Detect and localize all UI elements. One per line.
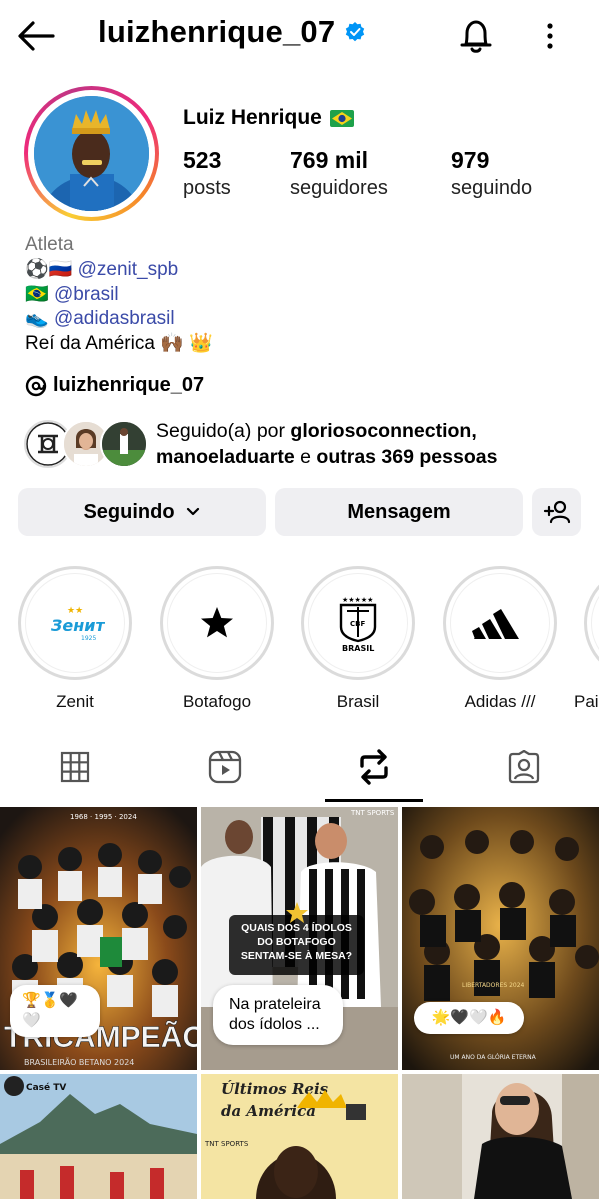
post-brand: TNT SPORTS <box>204 1140 249 1148</box>
bio-line: Reí da América 🙌🏾 👑 <box>25 333 213 354</box>
highlight-zenit[interactable]: ★★ Зенит 1925 Zenit <box>18 566 132 712</box>
following-label: seguindo <box>451 177 533 199</box>
zenit-logo-icon: ★★ Зенит 1925 <box>50 606 105 642</box>
bio-line: ⚽🇷🇺 @zenit_spb <box>25 259 179 280</box>
mention-link[interactable]: @adidasbrasil <box>54 308 175 329</box>
more-options-icon[interactable] <box>536 20 564 52</box>
highlight-label: Adidas /// <box>464 692 536 711</box>
highlight-brasil[interactable]: ★★★★★ CBF BRASIL Brasil <box>301 566 415 712</box>
active-tab-indicator <box>325 799 423 802</box>
bio-line: 🇧🇷 @brasil <box>25 284 119 305</box>
back-arrow-icon[interactable] <box>16 18 56 54</box>
highlight-label: Botafogo <box>182 692 252 711</box>
verified-badge-icon <box>346 22 365 42</box>
username: luizhenrique_07 <box>98 14 336 49</box>
post-brand: TNT SPORTS <box>350 809 395 817</box>
reaction-bubble: 🏆🥇🖤🤍 <box>10 985 100 1037</box>
mutual-username[interactable]: gloriosoconnection, <box>290 420 476 442</box>
avatar-photo <box>34 96 149 211</box>
profile-username-title: luizhenrique_07 <box>98 14 365 50</box>
post-thumbnail[interactable]: TNT SPORTS QUAIS DOS 4 ÍDOLOS DO BOTAFOG… <box>201 807 398 1070</box>
grid-icon <box>60 751 90 783</box>
following-count: 979 <box>451 147 490 173</box>
post-thumbnail[interactable]: 1968 · 1995 · 2024 TRICAMPEÃO BRASILEIRÃ… <box>0 807 197 1070</box>
post-thumbnail[interactable]: Últimos Reis da América TNT SPORTS <box>201 1074 398 1199</box>
mutual-username[interactable]: manoeladuarte <box>156 446 295 468</box>
star-icon <box>201 607 233 638</box>
svg-text:1925: 1925 <box>81 635 96 642</box>
post-headline: QUAIS DOS 4 ÍDOLOS DO BOTAFOGO SENTAM-SE… <box>240 922 353 962</box>
mutual-others[interactable]: outras 369 pessoas <box>316 446 497 468</box>
message-button-label: Mensagem <box>347 500 451 523</box>
post-logo-text: Casé TV <box>26 1082 66 1093</box>
message-button[interactable]: Mensagem <box>275 488 523 536</box>
post-thumbnail[interactable] <box>402 1074 599 1199</box>
notification-bell-icon[interactable] <box>458 17 494 55</box>
threads-handle: luizhenrique_07 <box>53 374 205 396</box>
caption-bubble: Na prateleira dos ídolos ... <box>213 985 343 1045</box>
posts-stat[interactable]: 523 posts <box>183 146 231 202</box>
chevron-down-icon <box>186 507 199 516</box>
highlight-botafogo[interactable]: Botafogo <box>160 566 274 712</box>
svg-text:★★: ★★ <box>67 606 83 616</box>
posts-count: 523 <box>183 147 222 173</box>
tab-reposts[interactable] <box>349 742 399 792</box>
cbf-crest-icon: ★★★★★ CBF BRASIL <box>339 596 377 653</box>
svg-text:★★★★★: ★★★★★ <box>342 596 373 604</box>
post-top-text: LIBERTADORES 2024 <box>462 982 525 989</box>
adidas-logo-icon <box>472 609 519 639</box>
post-top-text: 1968 · 1995 · 2024 <box>70 813 137 821</box>
tab-tagged[interactable] <box>499 742 549 792</box>
reaction-bubble: 🌟🖤🤍🔥 <box>414 1002 524 1034</box>
highlight-label: Zenit <box>56 692 94 711</box>
threads-icon <box>25 375 47 396</box>
repost-icon <box>360 749 388 785</box>
following-button[interactable]: Seguindo <box>18 488 266 536</box>
crest-text: BRASIL <box>342 644 374 653</box>
highlight-label: Brasil <box>336 692 380 711</box>
followers-stat[interactable]: 769 mil seguidores <box>290 146 388 202</box>
mention-link[interactable]: @zenit_spb <box>78 259 179 280</box>
post-small-caption: BRASILEIRÃO BETANO 2024 <box>24 1057 134 1067</box>
tab-reels[interactable] <box>200 742 250 792</box>
mention-link[interactable]: @brasil <box>54 284 119 305</box>
tagged-icon <box>508 750 540 784</box>
profile-category: Atleta <box>25 234 74 255</box>
post-thumbnail[interactable]: Casé TV <box>0 1074 197 1199</box>
top-bar: luizhenrique_07 <box>0 0 599 72</box>
post-thumbnail[interactable]: LIBERTADORES 2024 UM ANO DA GLÓRIA ETERN… <box>402 807 599 1070</box>
tab-grid[interactable] <box>50 742 100 792</box>
post-bottom-text: UM ANO DA GLÓRIA ETERNA <box>450 1054 537 1061</box>
svg-text:Зенит: Зенит <box>50 616 105 635</box>
mutual-avatar <box>100 420 148 468</box>
following-button-label: Seguindo <box>83 500 175 523</box>
mutual-followers[interactable]: Seguido(a) por gloriosoconnection, manoe… <box>24 418 584 470</box>
profile-avatar[interactable] <box>24 86 159 221</box>
reels-icon <box>208 750 242 784</box>
followers-count: 769 mil <box>290 147 368 173</box>
following-stat[interactable]: 979 seguindo <box>451 146 532 202</box>
threads-link[interactable]: luizhenrique_07 <box>25 374 204 397</box>
highlight-label: Pai <box>574 692 599 711</box>
brazil-flag-icon <box>329 109 354 127</box>
full-name-text: Luiz Henrique <box>183 106 322 129</box>
svg-text:CBF: CBF <box>350 620 365 628</box>
bio-line: 👟 @adidasbrasil <box>25 308 175 329</box>
highlight-pai[interactable]: Pai <box>574 566 599 712</box>
followers-label: seguidores <box>290 177 388 199</box>
suggest-users-button[interactable] <box>532 488 581 536</box>
posts-label: posts <box>183 177 231 199</box>
add-person-icon <box>543 500 570 524</box>
highlight-adidas[interactable]: Adidas /// <box>443 566 557 712</box>
followed-by-text: Seguido(a) por gloriosoconnection, manoe… <box>156 420 498 468</box>
profile-full-name: Luiz Henrique <box>183 106 354 130</box>
